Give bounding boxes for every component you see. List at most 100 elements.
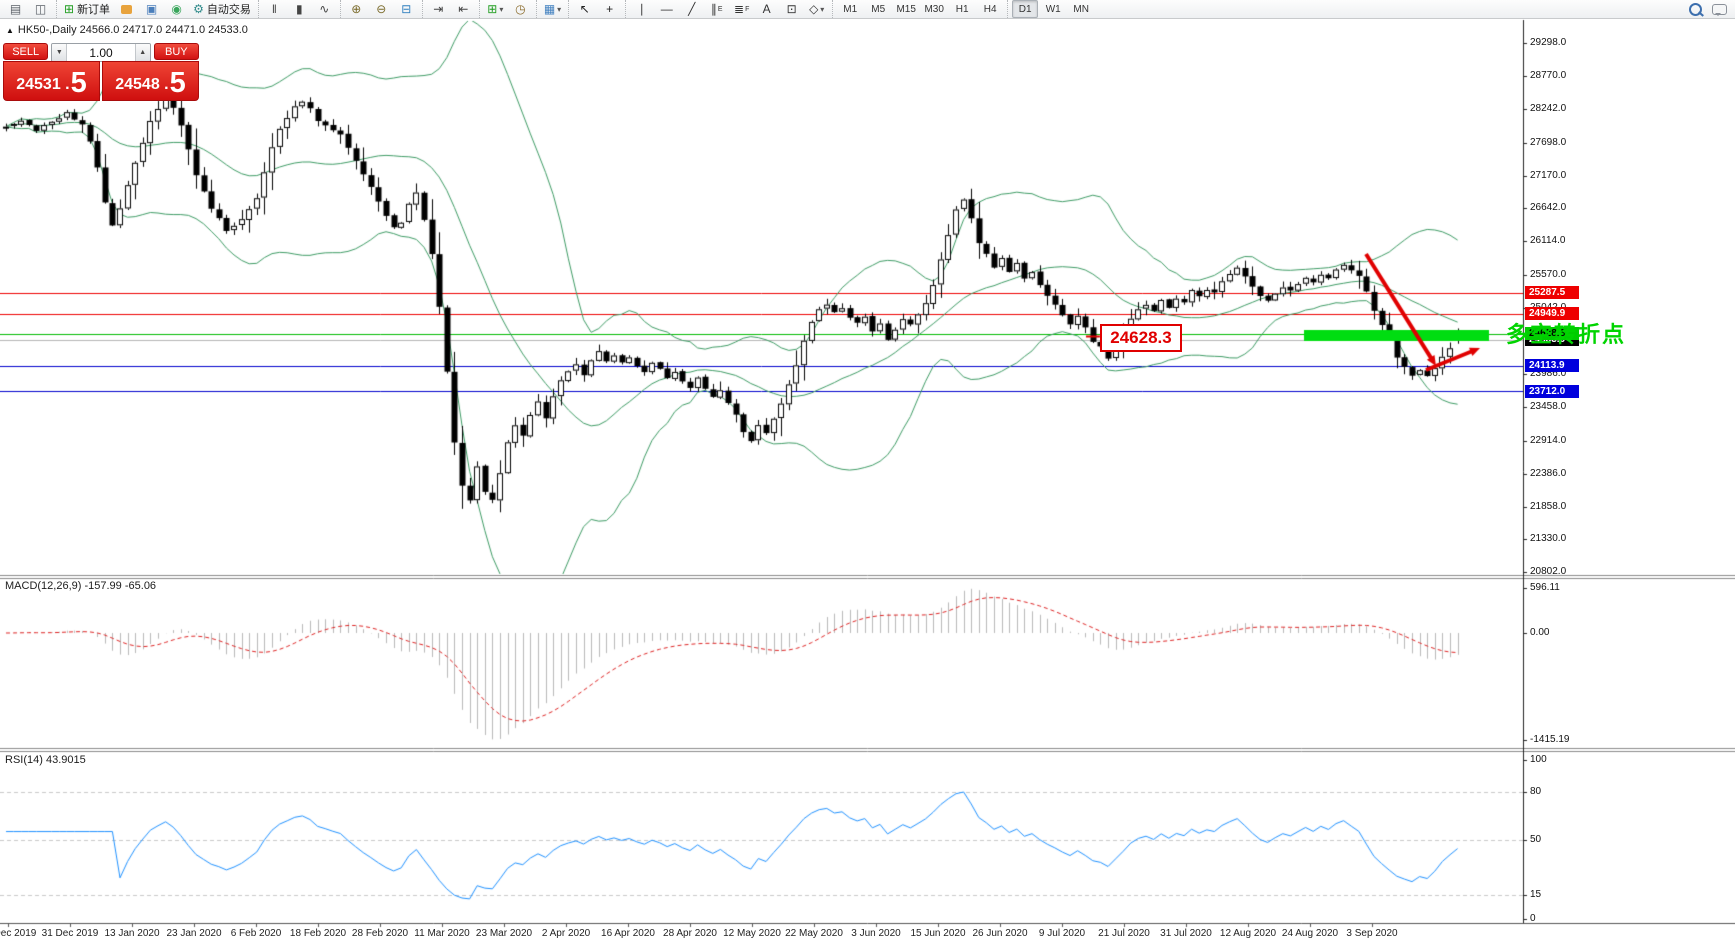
vertical-line-icon: ∣	[639, 3, 645, 15]
shapes-icon[interactable]: ◇▾	[805, 0, 828, 18]
templates-icon[interactable]: ▦▾	[541, 0, 564, 18]
search-icon[interactable]	[1689, 3, 1702, 16]
timeframe-w1[interactable]: W1	[1040, 0, 1066, 18]
bar-chart-icon[interactable]: ‖	[263, 0, 286, 18]
volume-stepper: ▼ ▲	[51, 43, 150, 62]
price-tick-label: 22386.0	[1530, 468, 1566, 479]
periods-icon[interactable]: ◷	[509, 0, 532, 18]
candlestick-icon: ▮	[296, 3, 303, 15]
alerts-icon: ◉	[171, 3, 181, 15]
buy-price-panel[interactable]: 24548 .5	[102, 61, 199, 101]
line-chart-icon[interactable]: ∿	[313, 0, 336, 18]
cursor-icon[interactable]: ↖	[573, 0, 596, 18]
date-label: 12 Aug 2020	[1220, 928, 1276, 939]
buy-price: 24548 .	[115, 72, 168, 98]
indicators-icon[interactable]: ⊞▾	[484, 0, 507, 18]
fibonacci-icon[interactable]: ≣F	[730, 0, 753, 18]
rsi-tick-label: 0	[1530, 913, 1536, 924]
label-icon: ⊡	[787, 3, 797, 15]
date-label: 23 Mar 2020	[476, 928, 532, 939]
sell-price-panel[interactable]: 24531 .5	[3, 61, 100, 101]
date-label: 17 Dec 2019	[0, 928, 36, 939]
data-window-icon[interactable]: ◫	[29, 0, 52, 18]
date-label: 12 May 2020	[723, 928, 781, 939]
chart-shift-icon[interactable]: ⇤	[452, 0, 475, 18]
timeframe-h1[interactable]: H1	[949, 0, 975, 18]
timeframe-mn[interactable]: MN	[1068, 0, 1094, 18]
price-callout-box[interactable]: 24628.3	[1100, 324, 1182, 352]
zoom-in-icon[interactable]: ⊕	[345, 0, 368, 18]
macd-signal-value: -65.06	[125, 580, 156, 592]
trendline-icon[interactable]: ╱	[680, 0, 703, 18]
timeframe-h4[interactable]: H4	[977, 0, 1003, 18]
macd-tick-label: 0.00	[1530, 627, 1549, 638]
terminal-icon: ▣	[146, 3, 157, 15]
volume-up-button[interactable]: ▲	[135, 44, 150, 61]
chat-icon[interactable]	[1712, 4, 1727, 15]
timeframe-group: M1M5M15M30H1H4	[832, 0, 1007, 18]
price-level-badge[interactable]: 23712.0	[1525, 385, 1579, 398]
one-click-trading-panel: SELL ▼ ▲ BUY 24531 .5 24548 .5	[3, 43, 199, 101]
charts-list-icon[interactable]: ▤	[4, 0, 27, 18]
vertical-line-icon[interactable]: ∣	[630, 0, 653, 18]
price-tick-label: 26114.0	[1530, 235, 1565, 246]
alerts-icon[interactable]: ◉	[165, 0, 188, 18]
channel-icon-sub: E	[718, 6, 723, 13]
horizontal-line-icon[interactable]: —	[655, 0, 678, 18]
crosshair-icon: +	[606, 3, 613, 15]
rsi-tick-label: 50	[1530, 834, 1541, 845]
date-label: 28 Apr 2020	[663, 928, 717, 939]
text-icon[interactable]: A	[755, 0, 778, 18]
channel-icon: ∥	[711, 3, 717, 15]
date-label: 18 Feb 2020	[290, 928, 346, 939]
label-icon[interactable]: ⊡	[780, 0, 803, 18]
autoscroll-icon[interactable]: ⇥	[427, 0, 450, 18]
price-tick-label: 28242.0	[1530, 103, 1566, 114]
styler-icon[interactable]	[115, 0, 138, 18]
zoom-out-icon: ⊖	[376, 3, 386, 15]
timeframe-m5[interactable]: M5	[865, 0, 891, 18]
chart-shift-icon: ⇤	[458, 3, 468, 15]
autotrading-button[interactable]: ⚙自动交易	[190, 0, 254, 18]
chart-title-text: HK50-,Daily 24566.0 24717.0 24471.0 2453…	[18, 24, 248, 36]
collapse-panel-icon[interactable]: ▲	[6, 26, 14, 35]
sell-button[interactable]: SELL	[3, 43, 48, 60]
candlestick-icon[interactable]: ▮	[288, 0, 311, 18]
rsi-tick-label: 15	[1530, 889, 1541, 900]
chart-canvas[interactable]	[0, 18, 1735, 942]
price-level-badge[interactable]: 24113.9	[1525, 359, 1579, 372]
zoom-out-icon[interactable]: ⊖	[370, 0, 393, 18]
mt4-window: ▤◫⊞新订单▣◉⚙自动交易‖▮∿⊕⊖⊟⇥⇤⊞▾◷▦▾↖+∣—╱∥E≣FA⊡◇▾M…	[0, 0, 1735, 942]
price-tick-label: 27170.0	[1530, 170, 1566, 181]
price-level-badge[interactable]: 25287.5	[1525, 286, 1579, 299]
templates-icon: ▦	[544, 3, 555, 15]
horizontal-line-icon: —	[661, 3, 673, 15]
shapes-icon-dropdown[interactable]: ▾	[820, 5, 824, 14]
sell-price-pips: 5	[71, 69, 87, 98]
volume-input[interactable]	[67, 44, 134, 61]
bar-chart-icon: ‖	[272, 3, 277, 15]
timeframe-m1[interactable]: M1	[837, 0, 863, 18]
zoom-in-icon: ⊕	[351, 3, 361, 15]
timeframe-m15[interactable]: M15	[893, 0, 919, 18]
new-order-button[interactable]: ⊞新订单	[61, 0, 113, 18]
crosshair-icon[interactable]: +	[598, 0, 621, 18]
price-tick-label: 21330.0	[1530, 533, 1566, 544]
volume-down-button[interactable]: ▼	[52, 44, 67, 61]
channel-icon[interactable]: ∥E	[705, 0, 728, 18]
pivot-annotation-text[interactable]: 多空转折点	[1506, 317, 1626, 349]
templates-icon-dropdown[interactable]: ▾	[557, 5, 561, 14]
timeframe-m30[interactable]: M30	[921, 0, 947, 18]
price-tick-label: 25570.0	[1530, 269, 1566, 280]
timeframe-d1[interactable]: D1	[1012, 0, 1038, 18]
autotrading-button-label: 自动交易	[207, 1, 251, 17]
terminal-icon[interactable]: ▣	[140, 0, 163, 18]
buy-button[interactable]: BUY	[154, 43, 199, 60]
date-label: 3 Jun 2020	[851, 928, 901, 939]
date-label: 2 Apr 2020	[542, 928, 590, 939]
indicators-icon-dropdown[interactable]: ▾	[499, 5, 503, 14]
date-label: 15 Jun 2020	[910, 928, 965, 939]
date-label: 16 Apr 2020	[601, 928, 655, 939]
fibonacci-icon: ≣	[734, 3, 744, 15]
tile-windows-icon[interactable]: ⊟	[395, 0, 418, 18]
